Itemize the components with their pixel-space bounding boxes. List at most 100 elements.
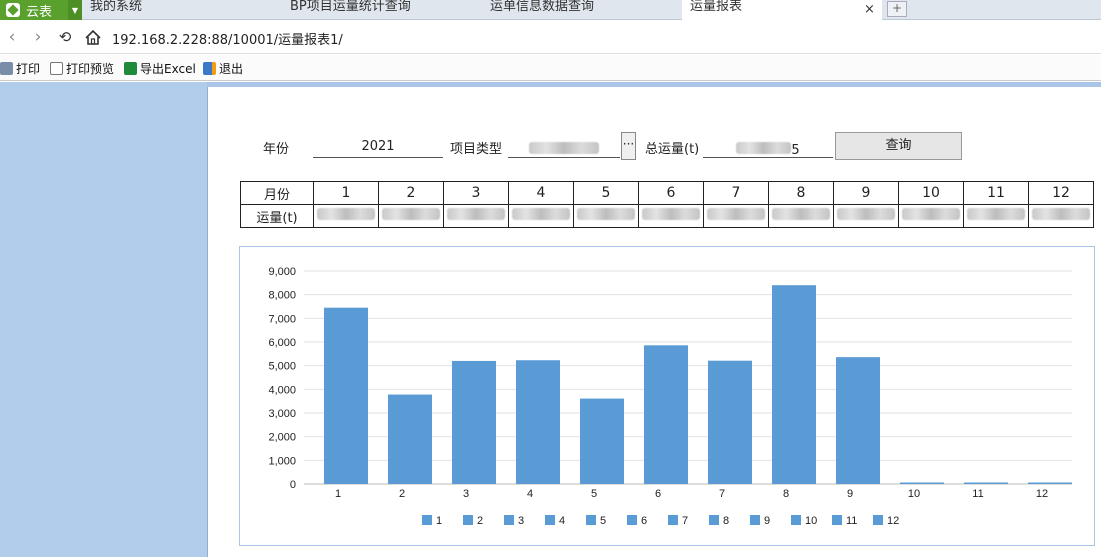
volume-cell (898, 204, 964, 228)
legend-swatch (709, 515, 719, 525)
redacted-value (529, 142, 599, 154)
y-tick-label: 1,000 (268, 455, 296, 467)
legend-label: 10 (805, 515, 817, 527)
y-tick-label: 7,000 (268, 313, 296, 325)
chart-bar (580, 398, 624, 484)
export-excel-label: 导出Excel (140, 62, 196, 76)
url-text[interactable]: 192.168.2.228:88/10001/运量报表1/ (112, 29, 343, 48)
redacted-value (512, 208, 570, 220)
redacted-value (736, 142, 792, 154)
volume-cell (313, 204, 379, 228)
tab-close-icon[interactable]: × (864, 2, 875, 17)
x-tick-label: 1 (335, 488, 341, 500)
month-cell: 11 (963, 181, 1029, 205)
month-cell: 10 (898, 181, 964, 205)
legend-label: 2 (477, 515, 483, 527)
legend-swatch (750, 515, 760, 525)
export-excel-button[interactable]: 导出Excel (124, 60, 196, 77)
chart-bar (836, 357, 880, 484)
legend-label: 3 (518, 515, 524, 527)
chart-bar (1028, 482, 1072, 484)
volume-cell (1028, 204, 1094, 228)
month-cell: 9 (833, 181, 899, 205)
print-preview-label: 打印预览 (66, 62, 115, 76)
project-type-picker-button[interactable]: ··· (621, 132, 636, 160)
report-toolbar: 打印 打印预览 导出Excel 退出 (0, 55, 1101, 81)
legend-swatch (586, 515, 596, 525)
legend-label: 8 (723, 515, 729, 527)
volume-cell (768, 204, 834, 228)
tab-label: BP项目运量统计查询 (290, 0, 411, 14)
left-panel (0, 82, 207, 557)
x-tick-label: 6 (655, 488, 661, 500)
redacted-value (1032, 208, 1090, 220)
app-dropdown-icon[interactable]: ▼ (68, 0, 82, 20)
exit-button[interactable]: 退出 (203, 60, 243, 77)
legend-label: 7 (682, 515, 688, 527)
volume-cell (963, 204, 1029, 228)
redacted-value (967, 208, 1025, 220)
print-preview-button[interactable]: 打印预览 (50, 60, 114, 77)
year-value: 2021 (361, 139, 395, 154)
tab-label: 我的系统 (90, 0, 143, 14)
preview-icon (50, 62, 63, 75)
legend-swatch (873, 515, 883, 525)
x-tick-label: 7 (719, 488, 725, 500)
print-button[interactable]: 打印 (0, 60, 40, 77)
volume-cell (378, 204, 444, 228)
legend-label: 11 (846, 515, 857, 527)
month-cell: 5 (573, 181, 639, 205)
month-cell: 12 (1028, 181, 1094, 205)
home-icon[interactable] (84, 29, 102, 46)
project-type-field[interactable] (508, 140, 620, 158)
address-bar: ‹ › ⟲ 192.168.2.228:88/10001/运量报表1/ (0, 21, 1101, 54)
y-tick-label: 8,000 (268, 290, 296, 302)
y-tick-label: 4,000 (268, 384, 296, 396)
new-tab-button[interactable]: + (887, 1, 907, 17)
year-field[interactable]: 2021 (313, 140, 443, 158)
legend-swatch (504, 515, 514, 525)
app-menu-button[interactable]: 云表 (0, 0, 68, 20)
redacted-value (642, 208, 700, 220)
total-volume-label: 总运量(t) (645, 142, 700, 157)
chart-bar (324, 307, 368, 484)
chart-bar (964, 482, 1008, 484)
project-type-label: 项目类型 (450, 142, 503, 157)
forward-icon[interactable]: › (28, 27, 48, 47)
x-tick-label: 2 (399, 488, 405, 500)
query-button[interactable]: 查询 (835, 132, 962, 160)
y-tick-label: 0 (290, 479, 296, 491)
tab-volume-report[interactable]: 运量报表 (682, 0, 882, 21)
app-logo-icon (6, 3, 20, 17)
exit-label: 退出 (219, 62, 244, 76)
redacted-value (382, 208, 440, 220)
refresh-icon[interactable]: ⟲ (55, 28, 75, 46)
y-tick-label: 3,000 (268, 408, 296, 420)
tab-waybill-query[interactable]: 运单信息数据查询 (482, 0, 682, 20)
back-icon[interactable]: ‹ (2, 27, 22, 47)
legend-swatch (791, 515, 801, 525)
y-tick-label: 2,000 (268, 432, 296, 444)
tab-bp-project-query[interactable]: BP项目运量统计查询 (282, 0, 482, 20)
legend-label: 5 (600, 515, 606, 527)
x-tick-label: 9 (847, 488, 853, 500)
x-tick-label: 4 (527, 488, 533, 500)
volume-chart: 0 1,000 2,000 3,000 4,000 5,000 6,000 7,000 8,00… (239, 246, 1095, 546)
redacted-value (707, 208, 765, 220)
y-tick-label: 6,000 (268, 337, 296, 349)
tab-my-system[interactable]: 我的系统 (82, 0, 282, 20)
bar-chart-svg: 0 1,000 2,000 3,000 4,000 5,000 6,000 7,000 8,00… (268, 266, 1072, 527)
volume-cell (508, 204, 574, 228)
redacted-value (772, 208, 830, 220)
legend-swatch (463, 515, 473, 525)
excel-icon (124, 62, 137, 75)
legend-label: 12 (887, 515, 899, 527)
month-cell: 8 (768, 181, 834, 205)
total-volume-field[interactable]: 5 (703, 140, 833, 158)
redacted-value (447, 208, 505, 220)
tab-bar: 云表 ▼ 我的系统 BP项目运量统计查询 运单信息数据查询 运量报表 × + (0, 0, 1101, 21)
volume-cell (833, 204, 899, 228)
legend-label: 4 (559, 515, 565, 527)
volume-cell (443, 204, 509, 228)
x-tick-label: 8 (783, 488, 789, 500)
